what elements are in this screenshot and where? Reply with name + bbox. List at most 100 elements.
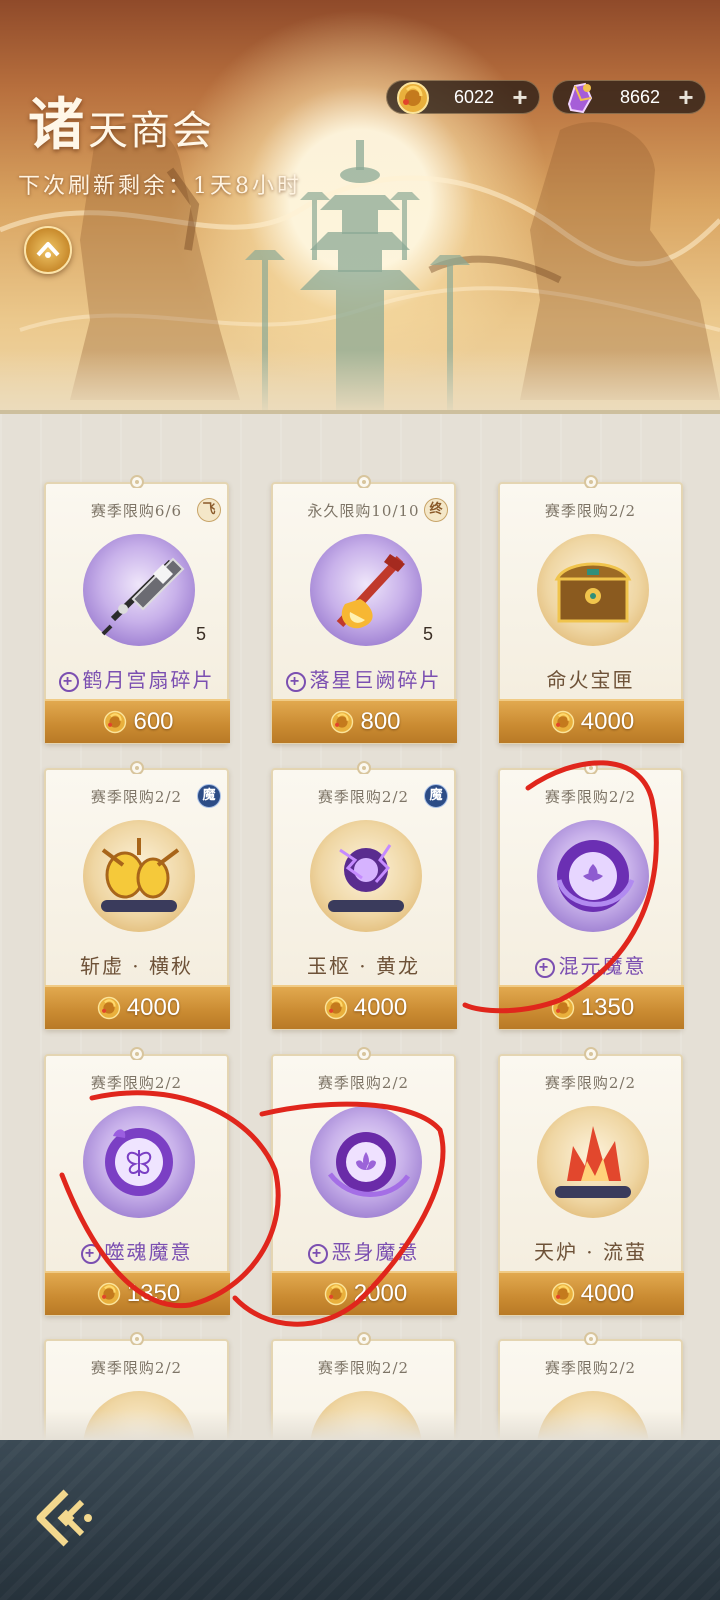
item-category-badge: 终 — [424, 498, 448, 522]
item-image-orb — [83, 534, 195, 646]
item-category-badge: 魔 — [424, 784, 448, 808]
item-name: 斩虚 · 横秋 — [79, 954, 194, 978]
buy-button[interactable]: 600 — [45, 699, 230, 743]
bottom-bar — [0, 1440, 720, 1600]
item-name: 恶身魔意 — [331, 1240, 420, 1264]
shop-banner: 诸 天商会 下次刷新剩余：1天8小时 6022 + 8662 + — [0, 0, 720, 410]
info-plus-icon[interactable]: + — [307, 1244, 328, 1264]
shop-item-card[interactable]: 赛季限购2/2 魔斩虚 · 横秋 4000 — [44, 761, 230, 1030]
back-arrow-icon[interactable] — [24, 1480, 100, 1556]
info-plus-icon[interactable]: + — [58, 672, 79, 692]
card-ornament-icon — [584, 475, 598, 488]
item-category-badge: 魔 — [197, 784, 221, 808]
card-ornament-icon — [357, 761, 371, 774]
shop-item-card[interactable]: 赛季限购2/2 + 噬魂魔意 1350 — [44, 1047, 230, 1316]
purchase-limit: 赛季限购2/2 — [317, 1074, 410, 1092]
flame-scroll-icon — [555, 1126, 631, 1198]
item-image-orb — [310, 820, 422, 932]
purple-crystal-icon — [567, 82, 593, 114]
gold-coin-icon — [97, 996, 120, 1020]
currency-crystal: 8662 + — [552, 80, 706, 114]
gold-coin-icon — [397, 82, 429, 114]
shop-item-card[interactable]: 赛季限购2/2 魔玉枢 · 黄龙 4000 — [271, 761, 457, 1030]
purchase-limit: 赛季限购2/2 — [544, 502, 637, 520]
fan-icon — [101, 557, 185, 636]
shop-item-card[interactable]: 赛季限购2/2 命火宝匣 4000 — [498, 475, 684, 744]
gold-coin-icon — [324, 1282, 347, 1306]
shop-item-card[interactable]: 赛季限购2/2 + 混元魔意 1350 — [498, 761, 684, 1030]
item-category-badge: 飞 — [197, 498, 221, 522]
shop-item-card[interactable]: 永久限购10/10 终 5 + 落星巨阙碎片 800 — [271, 475, 457, 744]
chevron-up-icon — [36, 242, 60, 258]
item-name: 天炉 · 流萤 — [533, 1240, 648, 1264]
card-ornament-icon — [357, 475, 371, 488]
shop-title: 诸 天商会 — [28, 80, 214, 161]
purchase-limit: 赛季限购2/2 — [544, 1074, 637, 1092]
buy-button[interactable]: 800 — [272, 699, 457, 743]
card-ornament-icon — [584, 1047, 598, 1060]
buy-button[interactable]: 4000 — [45, 985, 230, 1029]
item-name-row: 命火宝匣 — [500, 664, 681, 693]
item-price: 800 — [360, 708, 401, 735]
purchase-limit: 赛季限购2/2 — [544, 1359, 637, 1377]
purple-flower-orb-icon — [556, 840, 635, 912]
butterfly-orb-icon — [105, 1128, 173, 1196]
item-price: 4000 — [126, 994, 181, 1021]
banner-fade — [0, 350, 720, 410]
card-ornament-icon — [584, 761, 598, 774]
buy-button[interactable]: 4000 — [272, 985, 457, 1029]
gold-coin-icon — [97, 1282, 120, 1306]
item-image-orb — [537, 534, 649, 646]
lotus-orb-icon — [327, 1132, 411, 1197]
shop-title-first-char: 诸 — [28, 92, 84, 158]
shop-item-card[interactable]: 赛季限购2/2 天炉 · 流萤 4000 — [498, 1047, 684, 1316]
gold-coin-icon — [551, 996, 574, 1020]
add-crystal-button[interactable]: + — [673, 84, 699, 111]
item-price: 4000 — [580, 708, 635, 735]
refresh-countdown: 下次刷新剩余：1天8小时 — [18, 174, 302, 199]
shop-title-rest: 天商会 — [88, 108, 214, 154]
item-name-row: + 混元魔意 — [500, 950, 681, 979]
buy-button[interactable]: 4000 — [499, 699, 684, 743]
gold-coin-icon — [104, 710, 127, 734]
item-quantity: 5 — [196, 624, 207, 644]
item-price: 4000 — [353, 994, 408, 1021]
gold-coin-icon — [551, 1282, 574, 1306]
item-price: 2000 — [353, 1280, 408, 1307]
item-quantity: 5 — [423, 624, 434, 644]
item-price: 1350 — [580, 994, 635, 1021]
item-name: 落星巨阙碎片 — [309, 668, 442, 692]
item-name: 噬魂魔意 — [104, 1240, 193, 1264]
buy-button[interactable]: 1350 — [45, 1271, 230, 1315]
lightning-scroll-icon — [328, 844, 404, 912]
item-name: 混元魔意 — [558, 954, 647, 978]
buy-button[interactable]: 4000 — [499, 1271, 684, 1315]
purchase-limit: 赛季限购2/2 — [90, 1074, 183, 1092]
item-name-row: + 鹤月宫扇碎片 — [46, 664, 227, 693]
item-name-row: 斩虚 · 横秋 — [46, 950, 227, 979]
currency-gold: 6022 + — [386, 80, 540, 114]
item-image-orb — [537, 1106, 649, 1218]
item-price: 600 — [133, 708, 174, 735]
item-image-orb — [83, 820, 195, 932]
shop-item-card[interactable]: 赛季限购2/2 + 恶身魔意 2000 — [271, 1047, 457, 1316]
shop-item-card[interactable]: 赛季限购6/6 飞 5 + 鹤月宫扇碎片 600 — [44, 475, 230, 744]
add-gold-button[interactable]: + — [507, 84, 533, 111]
gold-coin-icon — [551, 710, 574, 734]
card-ornament-icon — [357, 1332, 371, 1345]
info-plus-icon[interactable]: + — [80, 1244, 101, 1264]
purchase-limit: 赛季限购2/2 — [544, 788, 637, 806]
buy-button[interactable]: 2000 — [272, 1271, 457, 1315]
info-plus-icon[interactable]: + — [534, 958, 555, 978]
info-plus-icon[interactable]: + — [285, 672, 306, 692]
purchase-limit: 赛季限购2/2 — [90, 1359, 183, 1377]
collapse-button[interactable] — [24, 226, 72, 274]
item-price: 1350 — [126, 1280, 181, 1307]
buy-button[interactable]: 1350 — [499, 985, 684, 1029]
card-ornament-icon — [130, 1332, 144, 1345]
item-image-orb — [537, 820, 649, 932]
crystal-amount: 8662 — [619, 87, 661, 107]
item-name: 鹤月宫扇碎片 — [82, 668, 215, 692]
card-ornament-icon — [130, 1047, 144, 1060]
treasure-chest-icon — [554, 562, 632, 623]
